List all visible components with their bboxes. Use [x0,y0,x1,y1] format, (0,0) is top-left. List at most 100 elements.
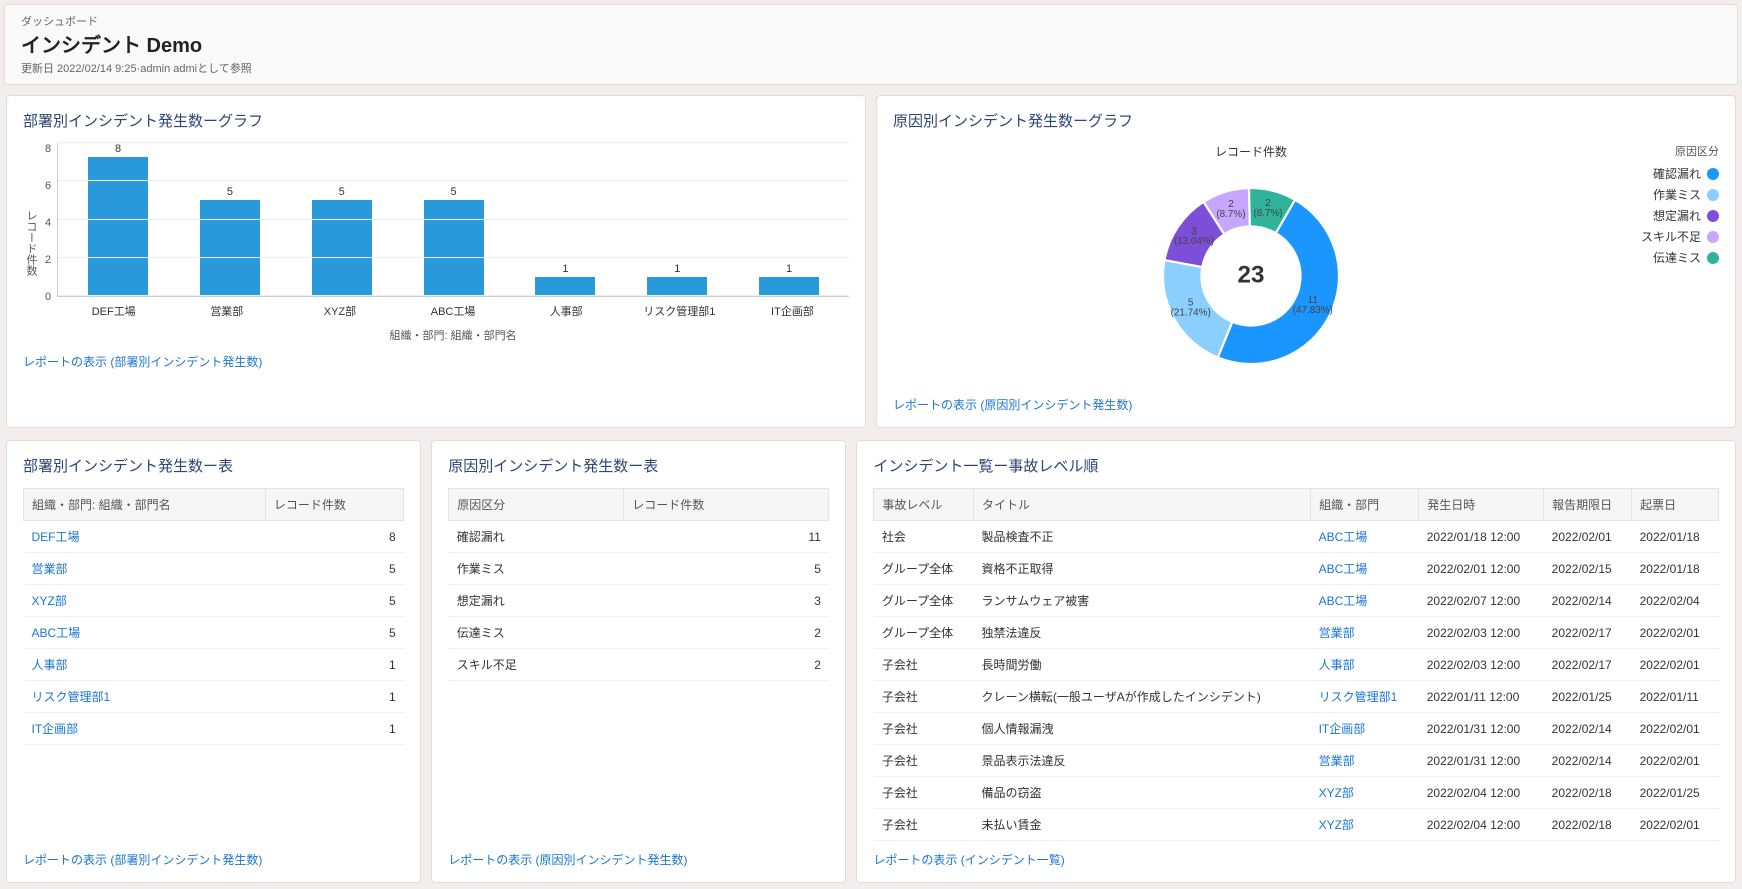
title-cell: 景品表示法違反 [974,745,1311,777]
dept-link[interactable]: ABC工場 [24,617,266,649]
dept-link[interactable]: IT企画部 [24,713,266,745]
count-cell: 1 [265,681,403,713]
count-cell: 8 [265,521,403,553]
dept-link[interactable]: ABC工場 [1311,585,1419,617]
col-header[interactable]: 報告期限日 [1544,489,1632,521]
bar-value: 5 [339,186,345,198]
donut-chart[interactable]: レコード件数 11(47.83%)5(21.74%)3(13.04%)2(8.7… [893,143,1609,386]
bar-value: 8 [115,143,121,155]
bar-label: リスク管理部1 [629,303,730,319]
legend-swatch [1707,210,1719,222]
dept-link[interactable]: 人事部 [1311,649,1419,681]
breadcrumb: ダッシュボード [21,13,1721,29]
table-row: DEF工場8 [24,521,404,553]
dept-link[interactable]: IT企画部 [1311,713,1419,745]
view-report-link[interactable]: レポートの表示 (原因別インシデント発生数) [448,851,829,868]
bar-rect [424,200,484,296]
table-row: 子会社備品の窃盗XYZ部2022/02/04 12:002022/02/1820… [874,777,1719,809]
view-report-link[interactable]: レポートの表示 (原因別インシデント発生数) [893,396,1719,413]
due-cell: 2022/02/01 [1544,521,1632,553]
dept-link[interactable]: 営業部 [1311,617,1419,649]
legend-label: スキル不足 [1641,228,1701,245]
title-cell: 製品検査不正 [974,521,1311,553]
col-header[interactable]: 発生日時 [1419,489,1544,521]
view-report-link[interactable]: レポートの表示 (インシデント一覧) [873,851,1719,868]
bar-column[interactable]: 1 [739,143,839,296]
level-cell: 子会社 [874,777,974,809]
legend-item[interactable]: 想定漏れ [1609,207,1719,224]
table-row: グループ全体ランサムウェア被害ABC工場2022/02/07 12:002022… [874,585,1719,617]
created-cell: 2022/01/18 [1632,553,1719,585]
col-header[interactable]: 組織・部門 [1311,489,1419,521]
bar-column[interactable]: 5 [404,143,504,296]
created-cell: 2022/02/01 [1632,809,1719,841]
bar-column[interactable]: 1 [516,143,616,296]
due-cell: 2022/02/14 [1544,585,1632,617]
legend-item[interactable]: 確認漏れ [1609,165,1719,182]
col-header[interactable]: タイトル [974,489,1311,521]
bar-value: 5 [227,186,233,198]
dept-link[interactable]: 人事部 [24,649,266,681]
table-row: 営業部5 [24,553,404,585]
donut-chart-card: 原因別インシデント発生数ーグラフ レコード件数 11(47.83%)5(21.7… [876,95,1736,428]
donut-legend: 原因区分 確認漏れ作業ミス想定漏れスキル不足伝達ミス [1609,143,1719,386]
count-cell: 3 [624,585,829,617]
col-header[interactable]: 事故レベル [874,489,974,521]
cause-cell: 確認漏れ [449,521,624,553]
table-row: 子会社個人情報漏洩IT企画部2022/01/31 12:002022/02/14… [874,713,1719,745]
segment-pct: (47.83%) [1293,305,1333,316]
count-cell: 2 [624,649,829,681]
level-cell: グループ全体 [874,585,974,617]
dept-link[interactable]: 営業部 [1311,745,1419,777]
view-report-link[interactable]: レポートの表示 (部署別インシデント発生数) [23,851,404,868]
level-cell: グループ全体 [874,553,974,585]
title-cell: 備品の窃盗 [974,777,1311,809]
legend-item[interactable]: スキル不足 [1609,228,1719,245]
level-cell: 子会社 [874,809,974,841]
due-cell: 2022/02/14 [1544,745,1632,777]
cause-cell: 伝達ミス [449,617,624,649]
bar-column[interactable]: 1 [627,143,727,296]
title-cell: 長時間労働 [974,649,1311,681]
dept-link[interactable]: ABC工場 [1311,553,1419,585]
table1-card: 部署別インシデント発生数ー表 組織・部門: 組織・部門名 レコード件数 DEF工… [6,440,421,883]
due-cell: 2022/02/17 [1544,617,1632,649]
count-cell: 5 [624,553,829,585]
dept-link[interactable]: XYZ部 [1311,809,1419,841]
created-cell: 2022/01/18 [1632,521,1719,553]
cause-cell: 作業ミス [449,553,624,585]
bar-column[interactable]: 5 [180,143,280,296]
view-report-link[interactable]: レポートの表示 (部署別インシデント発生数) [23,353,849,370]
col-header[interactable]: 原因区分 [449,489,624,521]
dept-link[interactable]: XYZ部 [24,585,266,617]
bar-label: DEF工場 [63,303,164,319]
donut-total: 23 [1238,261,1265,288]
created-cell: 2022/01/11 [1632,681,1719,713]
dept-link[interactable]: リスク管理部1 [1311,681,1419,713]
legend-swatch [1707,189,1719,201]
bar-column[interactable]: 8 [68,143,168,296]
dept-link[interactable]: リスク管理部1 [24,681,266,713]
table-row: リスク管理部11 [24,681,404,713]
col-header[interactable]: レコード件数 [265,489,403,521]
dept-link[interactable]: DEF工場 [24,521,266,553]
legend-item[interactable]: 伝達ミス [1609,249,1719,266]
dept-link[interactable]: ABC工場 [1311,521,1419,553]
count-cell: 1 [265,649,403,681]
table-row: ABC工場5 [24,617,404,649]
table-row: 子会社クレーン横転(一般ユーザAが作成したインシデント)リスク管理部12022/… [874,681,1719,713]
count-cell: 5 [265,617,403,649]
legend-swatch [1707,231,1719,243]
legend-label: 確認漏れ [1653,165,1701,182]
dept-link[interactable]: XYZ部 [1311,777,1419,809]
dept-link[interactable]: 営業部 [24,553,266,585]
col-header[interactable]: 組織・部門: 組織・部門名 [24,489,266,521]
occurred-cell: 2022/02/01 12:00 [1419,553,1544,585]
bar-chart[interactable]: レコード件数 86420 8555111 DEF工場営業部XYZ部ABC工場人事… [23,143,849,343]
bar-column[interactable]: 5 [292,143,392,296]
legend-item[interactable]: 作業ミス [1609,186,1719,203]
col-header[interactable]: 起票日 [1632,489,1719,521]
occurred-cell: 2022/02/04 12:00 [1419,777,1544,809]
col-header[interactable]: レコード件数 [624,489,829,521]
table-row: 人事部1 [24,649,404,681]
